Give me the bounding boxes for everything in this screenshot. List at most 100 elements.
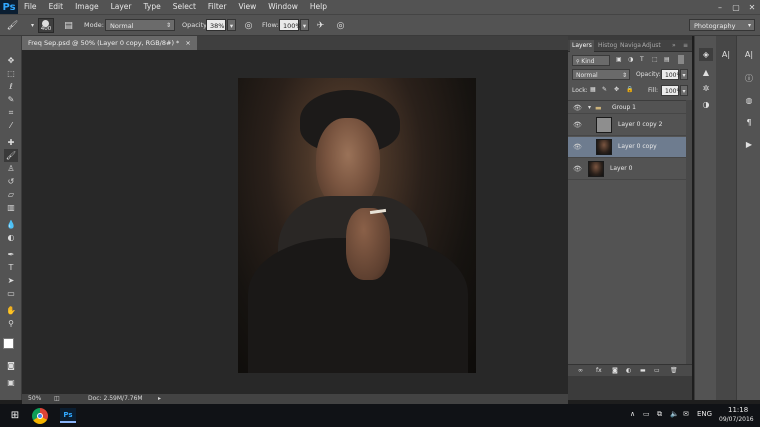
histogram-panel-icon[interactable]: ▲ bbox=[699, 66, 713, 79]
windows-start-icon[interactable]: ⊞ bbox=[6, 407, 24, 424]
flow-dropdown[interactable]: ▾ bbox=[300, 19, 309, 31]
filter-smart-icon[interactable]: ▤ bbox=[664, 56, 670, 63]
menu-help[interactable]: Help bbox=[304, 0, 333, 14]
blur-tool-icon[interactable]: 💧 bbox=[4, 218, 18, 231]
maximize-button[interactable]: ▢ bbox=[728, 0, 744, 14]
tray-network-icon[interactable]: ⧉ bbox=[657, 410, 662, 419]
lock-position-icon[interactable]: ✥ bbox=[614, 86, 619, 93]
color-panel-icon[interactable]: ◍ bbox=[742, 94, 756, 107]
crop-tool-icon[interactable]: ⌗ bbox=[4, 106, 18, 119]
info-panel-icon[interactable]: ⓘ bbox=[742, 72, 756, 85]
group-expand-icon[interactable]: ▾ bbox=[588, 104, 591, 111]
layer-opacity-input[interactable]: 100% bbox=[661, 69, 682, 80]
minimize-button[interactable]: – bbox=[712, 0, 728, 14]
language-indicator[interactable]: ENG bbox=[697, 410, 712, 418]
filter-pixel-icon[interactable]: ▣ bbox=[616, 56, 622, 63]
trash-icon[interactable]: 🗑 bbox=[670, 367, 678, 374]
type-tool-icon[interactable]: T bbox=[4, 261, 18, 274]
quick-select-tool-icon[interactable]: ✎ bbox=[4, 93, 18, 106]
gradient-tool-icon[interactable]: ▥ bbox=[4, 201, 18, 214]
brush-tool-icon[interactable]: 🖌 bbox=[4, 149, 18, 162]
screen-mode-icon[interactable]: ▣ bbox=[4, 376, 18, 389]
menu-window[interactable]: Window bbox=[262, 0, 304, 14]
menu-layer[interactable]: Layer bbox=[105, 0, 138, 14]
lock-all-icon[interactable]: 🔒 bbox=[626, 86, 633, 93]
menu-type[interactable]: Type bbox=[138, 0, 167, 14]
canvas-area[interactable] bbox=[22, 50, 568, 394]
filter-adjustment-icon[interactable]: ◑ bbox=[628, 56, 633, 63]
layer-mask-icon[interactable]: ◙ bbox=[612, 367, 618, 374]
brush-tool-preset-icon[interactable]: 🖌 bbox=[6, 19, 19, 32]
visibility-eye-icon[interactable]: 👁 bbox=[573, 165, 582, 173]
menu-edit[interactable]: Edit bbox=[43, 0, 70, 14]
opacity-input[interactable]: 38% bbox=[206, 19, 226, 31]
brush-panel-icon[interactable]: ▤ bbox=[62, 19, 75, 32]
clone-stamp-tool-icon[interactable]: ♙ bbox=[4, 162, 18, 175]
layer-row-selected[interactable]: 👁 Layer 0 copy bbox=[568, 137, 686, 158]
new-group-icon[interactable]: ▬ bbox=[640, 367, 646, 374]
lock-image-icon[interactable]: ✎ bbox=[602, 86, 607, 93]
tab-adjustments[interactable]: Adjust bbox=[640, 40, 663, 52]
tab-histogram[interactable]: Histog bbox=[596, 40, 619, 52]
filter-type-icon[interactable]: T bbox=[640, 56, 644, 63]
tab-layers[interactable]: Layers bbox=[570, 40, 594, 52]
healing-brush-tool-icon[interactable]: ✚ bbox=[4, 136, 18, 149]
photoshop-taskbar-icon[interactable]: Ps bbox=[60, 408, 76, 423]
character-panel-icon[interactable]: A| bbox=[719, 48, 733, 61]
document-tab[interactable]: Freq Sep.psd @ 50% (Layer 0 copy, RGB/8#… bbox=[22, 36, 197, 50]
tray-battery-icon[interactable]: ▭ bbox=[643, 410, 650, 418]
rectangle-tool-icon[interactable]: ▭ bbox=[4, 287, 18, 300]
paragraph-panel-icon[interactable]: ¶ bbox=[742, 116, 756, 129]
status-arrow-icon[interactable]: ▸ bbox=[158, 394, 161, 404]
portrait-photo[interactable] bbox=[238, 78, 476, 373]
menu-select[interactable]: Select bbox=[167, 0, 202, 14]
fill-dropdown[interactable]: ▾ bbox=[680, 85, 688, 96]
blend-mode-select[interactable]: Normal ⇕ bbox=[572, 69, 630, 80]
quick-mask-icon[interactable]: ◙ bbox=[4, 359, 18, 372]
marquee-tool-icon[interactable]: ⬚ bbox=[4, 67, 18, 80]
timeline-panel-icon[interactable]: ▶ bbox=[742, 138, 756, 151]
visibility-eye-icon[interactable]: 👁 bbox=[573, 121, 582, 129]
eyedropper-tool-icon[interactable]: ⁄ bbox=[4, 119, 18, 132]
history-brush-tool-icon[interactable]: ↺ bbox=[4, 175, 18, 188]
character-style-icon[interactable]: A| bbox=[742, 48, 756, 61]
kind-filter-select[interactable]: ⚲ Kind bbox=[572, 55, 610, 66]
layer-opacity-dropdown[interactable]: ▾ bbox=[680, 69, 688, 80]
visibility-eye-icon[interactable]: 👁 bbox=[573, 143, 582, 151]
lasso-tool-icon[interactable]: ℓ bbox=[4, 80, 18, 93]
panel-collapse-icon[interactable]: » bbox=[670, 40, 678, 52]
layers-panel-icon[interactable]: ◈ bbox=[699, 48, 713, 61]
pressure-opacity-icon[interactable]: ◎ bbox=[242, 19, 255, 32]
zoom-level[interactable]: 50% bbox=[28, 394, 41, 404]
filter-toggle[interactable] bbox=[678, 55, 684, 64]
dodge-tool-icon[interactable]: ◐ bbox=[4, 231, 18, 244]
mode-select[interactable]: Normal ⇕ bbox=[105, 19, 175, 31]
adjustments-panel-icon[interactable]: ◑ bbox=[699, 98, 713, 111]
fill-input[interactable]: 100% bbox=[661, 85, 682, 96]
layers-scrollbar[interactable] bbox=[686, 100, 692, 364]
tray-notification-icon[interactable]: ✉ bbox=[683, 410, 689, 418]
status-info-icon[interactable]: ◫ bbox=[54, 394, 60, 404]
foreground-color-swatch[interactable] bbox=[3, 338, 14, 349]
layer-row-group[interactable]: 👁 ▾ ▬ Group 1 bbox=[568, 101, 686, 114]
layer-style-icon[interactable]: fx bbox=[596, 367, 602, 374]
filter-shape-icon[interactable]: ⬚ bbox=[652, 56, 658, 63]
flow-input[interactable]: 100% bbox=[279, 19, 302, 31]
new-layer-icon[interactable]: ▭ bbox=[654, 367, 660, 374]
move-tool-icon[interactable]: ✥ bbox=[4, 54, 18, 67]
chrome-icon[interactable] bbox=[32, 408, 48, 424]
navigator-panel-icon[interactable]: ✲ bbox=[699, 82, 713, 95]
clock-time[interactable]: 11:18 bbox=[728, 406, 748, 414]
menu-image[interactable]: Image bbox=[69, 0, 105, 14]
workspace-select[interactable]: Photography ▾ bbox=[689, 19, 755, 31]
panel-menu-icon[interactable]: ≡ bbox=[681, 40, 690, 52]
tray-chevron-icon[interactable]: ∧ bbox=[630, 410, 635, 418]
zoom-tool-icon[interactable]: ⚲ bbox=[4, 317, 18, 330]
menu-view[interactable]: View bbox=[232, 0, 262, 14]
hand-tool-icon[interactable]: ✋ bbox=[4, 304, 18, 317]
pressure-size-icon[interactable]: ◎ bbox=[334, 19, 347, 32]
opacity-dropdown[interactable]: ▾ bbox=[227, 19, 236, 31]
visibility-eye-icon[interactable]: 👁 bbox=[573, 104, 582, 112]
clock-date[interactable]: 09/07/2016 bbox=[719, 416, 754, 423]
lock-transparent-icon[interactable]: ▦ bbox=[590, 86, 596, 93]
